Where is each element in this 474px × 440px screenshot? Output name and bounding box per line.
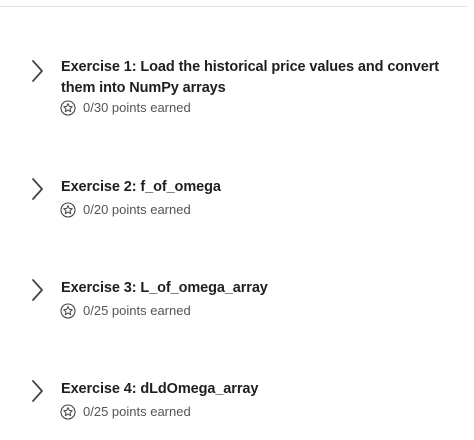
exercise-item-3[interactable]: Exercise 3: L_of_omega_array 0/25 points… xyxy=(0,277,474,321)
points-earned: 0/25 points earned xyxy=(83,404,191,419)
exercise-item-1[interactable]: Exercise 1: Load the historical price va… xyxy=(0,56,474,120)
star-badge-icon xyxy=(60,404,76,420)
exercise-meta: 0/20 points earned xyxy=(60,201,191,219)
exercise-title[interactable]: Exercise 4: dLdOmega_array xyxy=(61,379,461,400)
chevron-right-icon[interactable] xyxy=(28,176,46,202)
exercise-item-4[interactable]: Exercise 4: dLdOmega_array 0/25 points e… xyxy=(0,378,474,422)
chevron-right-icon[interactable] xyxy=(28,277,46,303)
exercise-meta: 0/25 points earned xyxy=(60,403,191,421)
points-earned: 0/20 points earned xyxy=(83,202,191,217)
chevron-right-icon[interactable] xyxy=(28,58,46,84)
points-earned: 0/25 points earned xyxy=(83,303,191,318)
points-earned: 0/30 points earned xyxy=(83,100,191,115)
top-divider xyxy=(0,6,468,7)
exercise-title[interactable]: Exercise 1: Load the historical price va… xyxy=(61,57,461,99)
exercise-item-2[interactable]: Exercise 2: f_of_omega 0/20 points earne… xyxy=(0,176,474,220)
star-badge-icon xyxy=(60,303,76,319)
star-badge-icon xyxy=(60,202,76,218)
exercise-title[interactable]: Exercise 3: L_of_omega_array xyxy=(61,278,461,299)
exercise-title[interactable]: Exercise 2: f_of_omega xyxy=(61,177,461,198)
exercise-meta: 0/30 points earned xyxy=(60,99,191,117)
chevron-right-icon[interactable] xyxy=(28,378,46,404)
star-badge-icon xyxy=(60,100,76,116)
exercise-meta: 0/25 points earned xyxy=(60,302,191,320)
